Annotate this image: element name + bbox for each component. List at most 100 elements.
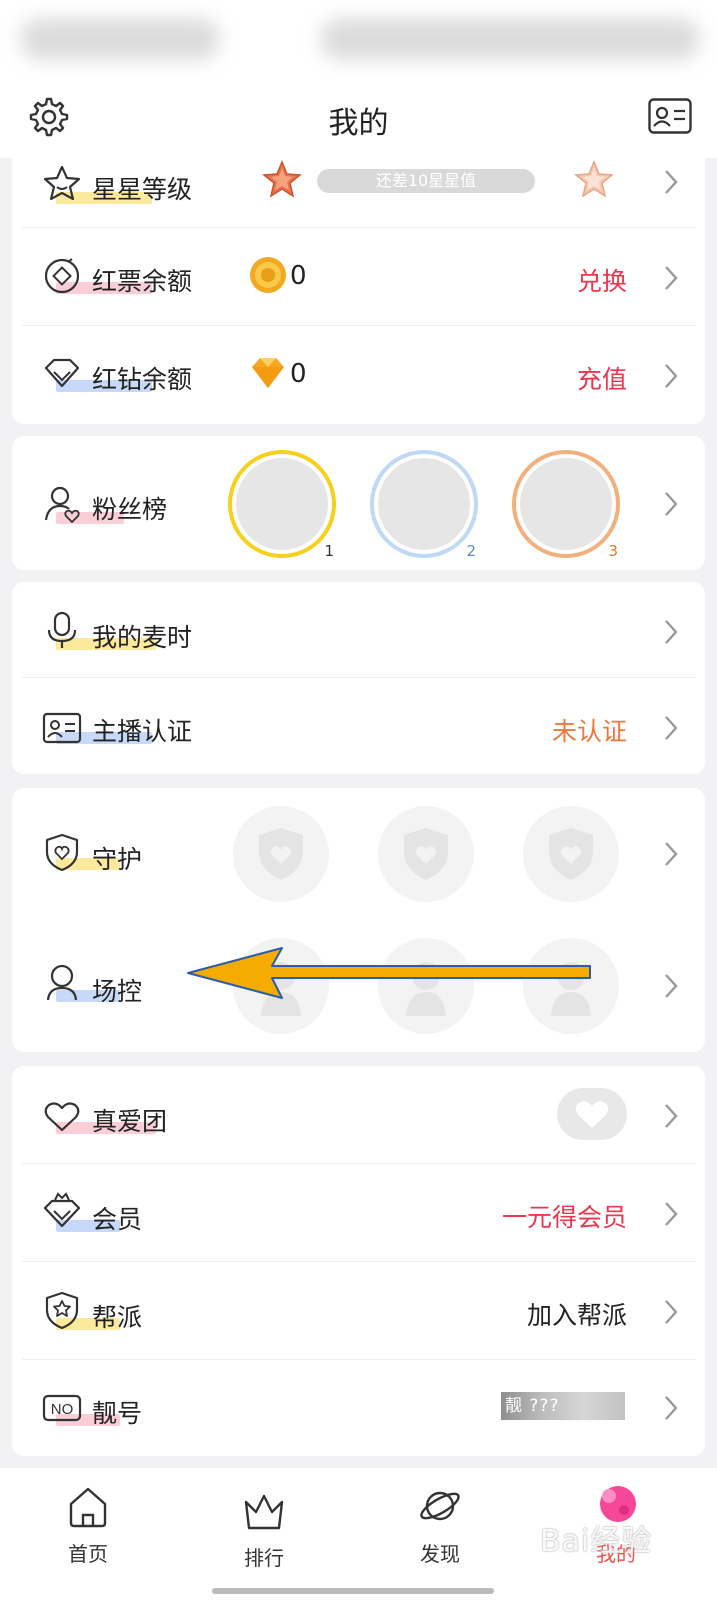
diamond-icon: [44, 358, 80, 388]
anchor-cert-label: 主播认证: [92, 717, 193, 746]
chevron-right-icon: [665, 364, 678, 388]
true-love-row[interactable]: 真爱团: [12, 1066, 705, 1164]
fans-label: 粉丝榜: [92, 495, 168, 524]
guard-label: 守护: [92, 845, 143, 874]
chevron-right-icon: [665, 1396, 678, 1420]
fan-rank-1-avatar[interactable]: 1: [228, 450, 336, 560]
annotation-arrow-icon: [187, 947, 591, 999]
gang-row[interactable]: 帮派 加入帮派: [12, 1262, 705, 1360]
gang-label: 帮派: [92, 1303, 143, 1332]
anchor-cert-row[interactable]: 主播认证 未认证: [12, 678, 705, 774]
chevron-right-icon: [665, 1300, 678, 1324]
rank-1-badge: 1: [324, 542, 334, 560]
crown-diamond-icon: [43, 1192, 81, 1228]
tab-discover-label: 发现: [420, 1542, 460, 1566]
user-outline-icon: [46, 964, 78, 1001]
planet-icon: [420, 1491, 460, 1521]
chevron-right-icon: [665, 1202, 678, 1226]
chevron-right-icon: [665, 170, 678, 194]
cert-status[interactable]: 未认证: [552, 712, 627, 748]
tab-rank-label: 排行: [244, 1546, 284, 1570]
fans-card: 粉丝榜 1 2 3: [12, 436, 705, 570]
avatar-placeholder: [236, 458, 328, 550]
microphone-icon: [47, 611, 77, 648]
heart-icon: [44, 1102, 80, 1132]
tab-discover[interactable]: 发现: [390, 1468, 490, 1600]
member-label: 会员: [92, 1205, 143, 1234]
heart-filled-icon: [575, 1101, 609, 1128]
baidu-watermark: Bai经验: [540, 1524, 653, 1559]
pretty-number-label: 靓号: [92, 1399, 143, 1428]
red-diamond-label: 红钻余额: [92, 365, 193, 394]
home-indicator[interactable]: [212, 1588, 494, 1594]
id-card-icon: [42, 712, 82, 744]
status-bar-right-blurred: [320, 18, 700, 60]
tab-home-label: 首页: [68, 1542, 108, 1566]
guard-row[interactable]: 守护: [12, 788, 705, 920]
page-title: 我的: [328, 106, 389, 141]
member-row[interactable]: 会员 一元得会员: [12, 1164, 705, 1262]
id-card-icon[interactable]: [648, 98, 692, 134]
status-bar-left-blurred: [20, 18, 220, 60]
true-love-label: 真爱团: [92, 1107, 168, 1136]
user-heart-icon: [44, 486, 80, 524]
svg-text:NO: NO: [51, 1401, 74, 1418]
shield-placeholder-icon: [549, 828, 593, 880]
star-icon: [43, 165, 81, 201]
avatar-placeholder: [520, 458, 612, 550]
pretty-number-value: 靓 ???: [501, 1392, 625, 1420]
fans-row[interactable]: 粉丝榜 1 2 3: [12, 436, 705, 570]
pretty-number-row[interactable]: NO 靓号 靓 ???: [12, 1360, 705, 1456]
red-ticket-icon: [44, 258, 80, 294]
mic-time-row[interactable]: 我的麦时: [12, 582, 705, 678]
chevron-right-icon: [665, 620, 678, 644]
home-icon: [69, 1487, 107, 1528]
exchange-link[interactable]: 兑换: [577, 262, 627, 298]
guard-slot[interactable]: [523, 806, 619, 902]
mic-time-label: 我的麦时: [92, 623, 193, 652]
status-bar: [0, 0, 717, 78]
red-ticket-amount: 0: [290, 261, 307, 291]
member-promo-link[interactable]: 一元得会员: [502, 1198, 627, 1234]
guard-slot[interactable]: [233, 806, 329, 902]
rank-3-badge: 3: [608, 542, 618, 560]
join-gang-link[interactable]: 加入帮派: [527, 1296, 627, 1332]
fan-rank-2-avatar[interactable]: 2: [370, 450, 478, 560]
crown-icon: [244, 1494, 284, 1530]
recharge-link[interactable]: 充值: [577, 360, 627, 396]
level-progress-bar: 还差10星星值: [317, 169, 535, 193]
no-badge-icon: NO: [42, 1394, 82, 1422]
red-diamond-amount: 0: [290, 359, 307, 389]
red-ticket-row[interactable]: 红票余额 0 兑换: [12, 228, 705, 326]
field-control-label: 场控: [92, 977, 143, 1006]
red-diamond-row[interactable]: 红钻余额 0 充值: [12, 326, 705, 424]
chevron-right-icon: [665, 716, 678, 740]
tab-rank[interactable]: 排行: [214, 1468, 314, 1600]
shield-placeholder-icon: [404, 828, 448, 880]
anchor-card: 我的麦时 主播认证 未认证: [12, 582, 705, 774]
shield-placeholder-icon: [259, 828, 303, 880]
fan-rank-3-avatar[interactable]: 3: [512, 450, 620, 560]
chevron-right-icon: [665, 842, 678, 866]
true-love-badge: [557, 1088, 627, 1140]
chevron-right-icon: [665, 974, 678, 998]
shield-heart-icon: [45, 833, 79, 872]
top-header: 我的: [0, 78, 717, 158]
balance-card: 星星等级 还差10星星值 红票余额 0 兑换 红钻余额 0 充值: [12, 158, 705, 424]
gold-coin-icon: [250, 257, 286, 293]
avatar-placeholder: [378, 458, 470, 550]
chevron-right-icon: [665, 266, 678, 290]
orange-diamond-icon: [252, 358, 284, 388]
guard-slot[interactable]: [378, 806, 474, 902]
guard-card: 守护 场控: [12, 788, 705, 1052]
chevron-right-icon: [665, 492, 678, 516]
chevron-right-icon: [665, 1104, 678, 1128]
current-level-star-icon: [262, 160, 302, 198]
next-level-star-icon: [574, 160, 614, 198]
tab-home[interactable]: 首页: [38, 1468, 138, 1600]
red-ticket-label: 红票余额: [92, 267, 193, 296]
shield-star-icon: [45, 1291, 79, 1330]
level-row[interactable]: 星星等级 还差10星星值: [12, 158, 705, 228]
more-card: 真爱团 会员 一元得会员 帮派 加入帮派 NO 靓号 靓 ???: [12, 1066, 705, 1456]
rank-2-badge: 2: [466, 542, 476, 560]
